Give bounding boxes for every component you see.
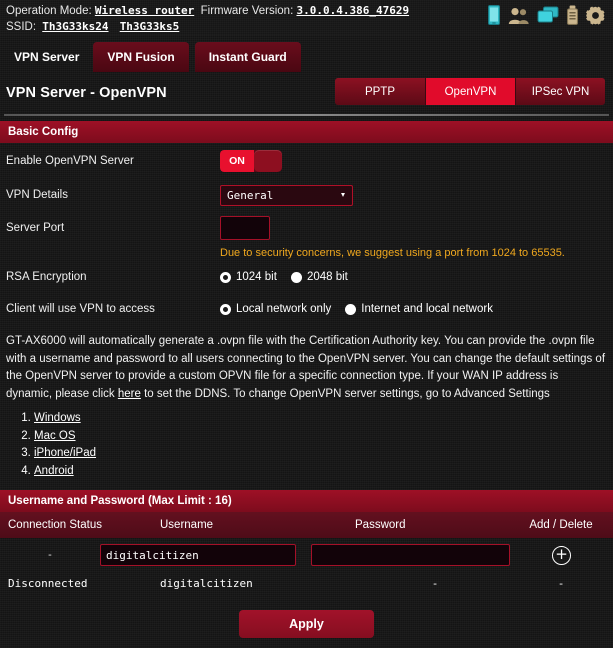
list-item: Android [34, 463, 613, 480]
server-port-row: Server Port [0, 211, 613, 245]
server-port-label: Server Port [6, 222, 65, 234]
client-access-internet-label: Internet and local network [361, 303, 493, 315]
ddns-here-link[interactable]: here [118, 388, 141, 400]
row-connection-status: Disconnected [8, 576, 88, 590]
apply-button[interactable]: Apply [239, 610, 374, 638]
credentials-section-header: Username and Password (Max Limit : 16) [0, 490, 613, 512]
enable-openvpn-toggle[interactable]: ON [220, 150, 282, 172]
protocol-openvpn-label: OpenVPN [444, 85, 497, 98]
server-port-note: Due to security concerns, we suggest usi… [220, 247, 565, 259]
toggle-knob [254, 150, 282, 172]
client-access-internet-radio-dot [345, 303, 357, 315]
client-access-local-radio-dot [220, 303, 231, 315]
new-entry-status: - [48, 549, 52, 561]
apply-button-row: Apply [0, 610, 613, 638]
new-password-input[interactable] [311, 544, 510, 566]
network-map-icon[interactable] [537, 6, 559, 29]
operation-mode-label: Operation Mode: [6, 5, 92, 17]
tab-vpn-fusion-label: VPN Fusion [107, 50, 175, 64]
new-username-input[interactable] [100, 544, 296, 566]
credentials-new-entry-row: - + [0, 538, 613, 570]
page-title: VPN Server - OpenVPN [6, 85, 167, 101]
list-item: Windows [34, 410, 613, 427]
basic-config-section-header: Basic Config [0, 121, 613, 143]
vpn-details-label: VPN Details [6, 189, 68, 201]
rsa-1024-label: 1024 bit [236, 271, 277, 283]
column-header-username: Username [160, 519, 214, 531]
main-tab-bar: VPN Server VPN Fusion Instant Guard [0, 35, 613, 72]
firmware-version-value[interactable]: 3.0.0.4.386_47629 [296, 4, 409, 17]
settings-gear-icon[interactable] [586, 5, 605, 30]
os-config-links: Windows Mac OS iPhone/iPad Android [0, 410, 613, 479]
row-username: digitalcitizen [160, 576, 253, 590]
title-divider [4, 114, 609, 116]
tab-instant-guard[interactable]: Instant Guard [194, 42, 301, 72]
toggle-on-label: ON [220, 150, 254, 172]
os-link-iphone-ipad[interactable]: iPhone/iPad [34, 447, 96, 459]
tab-vpn-server[interactable]: VPN Server [0, 42, 93, 72]
rsa-1024-radio-dot [220, 271, 231, 283]
row-delete-action[interactable]: - [515, 577, 613, 590]
operation-mode-value[interactable]: Wireless router [95, 4, 194, 17]
os-link-windows[interactable]: Windows [34, 412, 81, 424]
vpn-details-row: VPN Details General ▾ [0, 179, 613, 211]
client-access-row: Client will use VPN to access Local netw… [0, 293, 613, 325]
table-row: Disconnected digitalcitizen - - [0, 570, 613, 596]
vpn-details-select[interactable]: General ▾ [220, 184, 353, 206]
list-item: iPhone/iPad [34, 445, 613, 462]
protocol-ipsec-label: IPSec VPN [531, 85, 590, 98]
os-link-macos[interactable]: Mac OS [34, 430, 76, 442]
top-status-bar: Operation Mode: Wireless router Firmware… [0, 0, 613, 35]
list-item: Mac OS [34, 428, 613, 445]
top-icon-group [488, 5, 605, 30]
row-password: - [431, 576, 439, 590]
rsa-1024-radio[interactable]: 1024 bit [220, 271, 277, 283]
credentials-table-header: Connection Status Username Password Add … [0, 512, 613, 538]
enable-openvpn-label: Enable OpenVPN Server [6, 155, 134, 167]
rsa-encryption-row: RSA Encryption 1024 bit 2048 bit [0, 261, 613, 293]
basic-config-title: Basic Config [8, 126, 79, 138]
chevron-down-icon: ▾ [339, 189, 346, 201]
enable-openvpn-row: Enable OpenVPN Server ON [0, 143, 613, 179]
server-port-input[interactable] [220, 216, 270, 240]
protocol-pptp-button[interactable]: PPTP [335, 78, 425, 105]
clients-users-icon[interactable] [508, 6, 529, 30]
openvpn-description: GT-AX6000 will automatically generate a … [0, 325, 613, 403]
rsa-encryption-label: RSA Encryption [6, 271, 87, 283]
rsa-2048-radio[interactable]: 2048 bit [290, 271, 348, 283]
description-part-2: to set the DDNS. To change OpenVPN serve… [140, 387, 550, 400]
ssid-5ghz-value[interactable]: Th3G33ks5 [120, 20, 180, 33]
client-access-label: Client will use VPN to access [6, 303, 155, 315]
protocol-openvpn-button[interactable]: OpenVPN [425, 78, 515, 105]
column-header-password: Password [355, 519, 406, 531]
client-access-local-radio[interactable]: Local network only [220, 303, 331, 315]
plus-circle-icon[interactable]: + [552, 545, 571, 565]
rsa-2048-label: 2048 bit [306, 271, 348, 283]
protocol-ipsec-button[interactable]: IPSec VPN [515, 78, 605, 105]
column-header-status: Connection Status [8, 519, 102, 531]
column-header-action: Add / Delete [529, 519, 593, 531]
client-access-internet-radio[interactable]: Internet and local network [345, 303, 493, 315]
ssid-2ghz-value[interactable]: Th3G33ks24 [42, 20, 108, 33]
tab-instant-guard-label: Instant Guard [208, 50, 287, 64]
credentials-title: Username and Password (Max Limit : 16) [8, 495, 232, 507]
tab-vpn-server-label: VPN Server [14, 50, 80, 64]
protocol-selector: PPTP OpenVPN IPSec VPN [335, 78, 605, 105]
tab-vpn-fusion[interactable]: VPN Fusion [93, 42, 189, 72]
client-access-local-label: Local network only [236, 303, 332, 315]
usb-drive-icon[interactable] [567, 5, 578, 30]
page-title-row: VPN Server - OpenVPN PPTP OpenVPN IPSec … [0, 72, 613, 114]
protocol-pptp-label: PPTP [364, 85, 396, 98]
os-link-android[interactable]: Android [34, 465, 74, 477]
mobile-device-icon[interactable] [488, 5, 500, 30]
firmware-label: Firmware Version: [200, 5, 294, 17]
ssid-label: SSID: [6, 21, 37, 33]
vpn-details-selected-value: General [227, 188, 274, 202]
rsa-2048-radio-dot [290, 271, 302, 283]
